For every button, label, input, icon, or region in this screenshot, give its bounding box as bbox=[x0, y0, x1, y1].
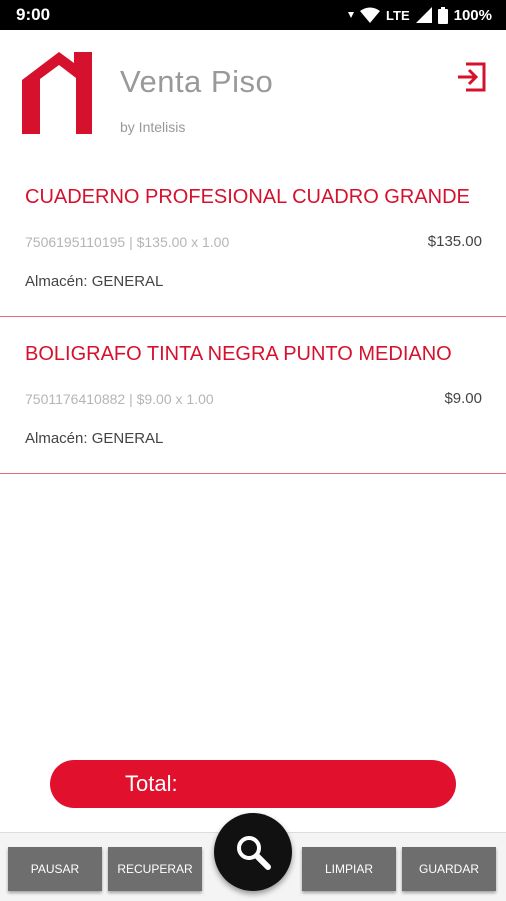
house-logo-icon bbox=[22, 52, 92, 134]
item-price: $9.00 bbox=[444, 390, 482, 407]
network-type: LTE bbox=[386, 7, 410, 23]
clear-button[interactable]: LIMPIAR bbox=[302, 847, 396, 891]
list-item[interactable]: BOLIGRAFO TINTA NEGRA PUNTO MEDIANO 7501… bbox=[0, 317, 506, 474]
item-name: CUADERNO PROFESIONAL CUADRO GRANDE bbox=[25, 186, 470, 208]
save-button[interactable]: GUARDAR bbox=[402, 847, 496, 891]
signal-dot-icon bbox=[348, 12, 355, 18]
list-item[interactable]: CUADERNO PROFESIONAL CUADRO GRANDE 75061… bbox=[0, 160, 506, 317]
battery-percent: 100% bbox=[453, 6, 492, 24]
app-title: Venta Piso bbox=[120, 64, 274, 99]
search-icon bbox=[237, 836, 271, 870]
search-button[interactable] bbox=[214, 813, 292, 891]
total-bar: Total: bbox=[50, 760, 456, 808]
item-detail: 7501176410882 | $9.00 x 1.00 bbox=[25, 391, 214, 407]
pause-button[interactable]: PAUSAR bbox=[8, 847, 102, 891]
recover-button[interactable]: RECUPERAR bbox=[108, 847, 202, 891]
item-price: $135.00 bbox=[427, 233, 482, 250]
cell-signal-icon bbox=[415, 7, 432, 23]
battery-icon bbox=[437, 6, 448, 24]
item-warehouse: Almacén: GENERAL bbox=[25, 430, 164, 447]
app-header: Venta Piso by Intelisis bbox=[0, 30, 506, 160]
total-label: Total: bbox=[125, 771, 178, 796]
item-name: BOLIGRAFO TINTA NEGRA PUNTO MEDIANO bbox=[25, 343, 452, 365]
wifi-icon bbox=[360, 7, 381, 23]
logout-icon[interactable] bbox=[454, 60, 488, 94]
status-bar: 9:00 LTE 100% bbox=[0, 0, 506, 30]
status-time: 9:00 bbox=[16, 5, 51, 24]
item-warehouse: Almacén: GENERAL bbox=[25, 273, 164, 290]
app-subtitle: by Intelisis bbox=[120, 119, 186, 135]
item-list: CUADERNO PROFESIONAL CUADRO GRANDE 75061… bbox=[0, 160, 506, 474]
status-icons: LTE 100% bbox=[348, 6, 492, 24]
item-detail: 7506195110195 | $135.00 x 1.00 bbox=[25, 234, 230, 250]
